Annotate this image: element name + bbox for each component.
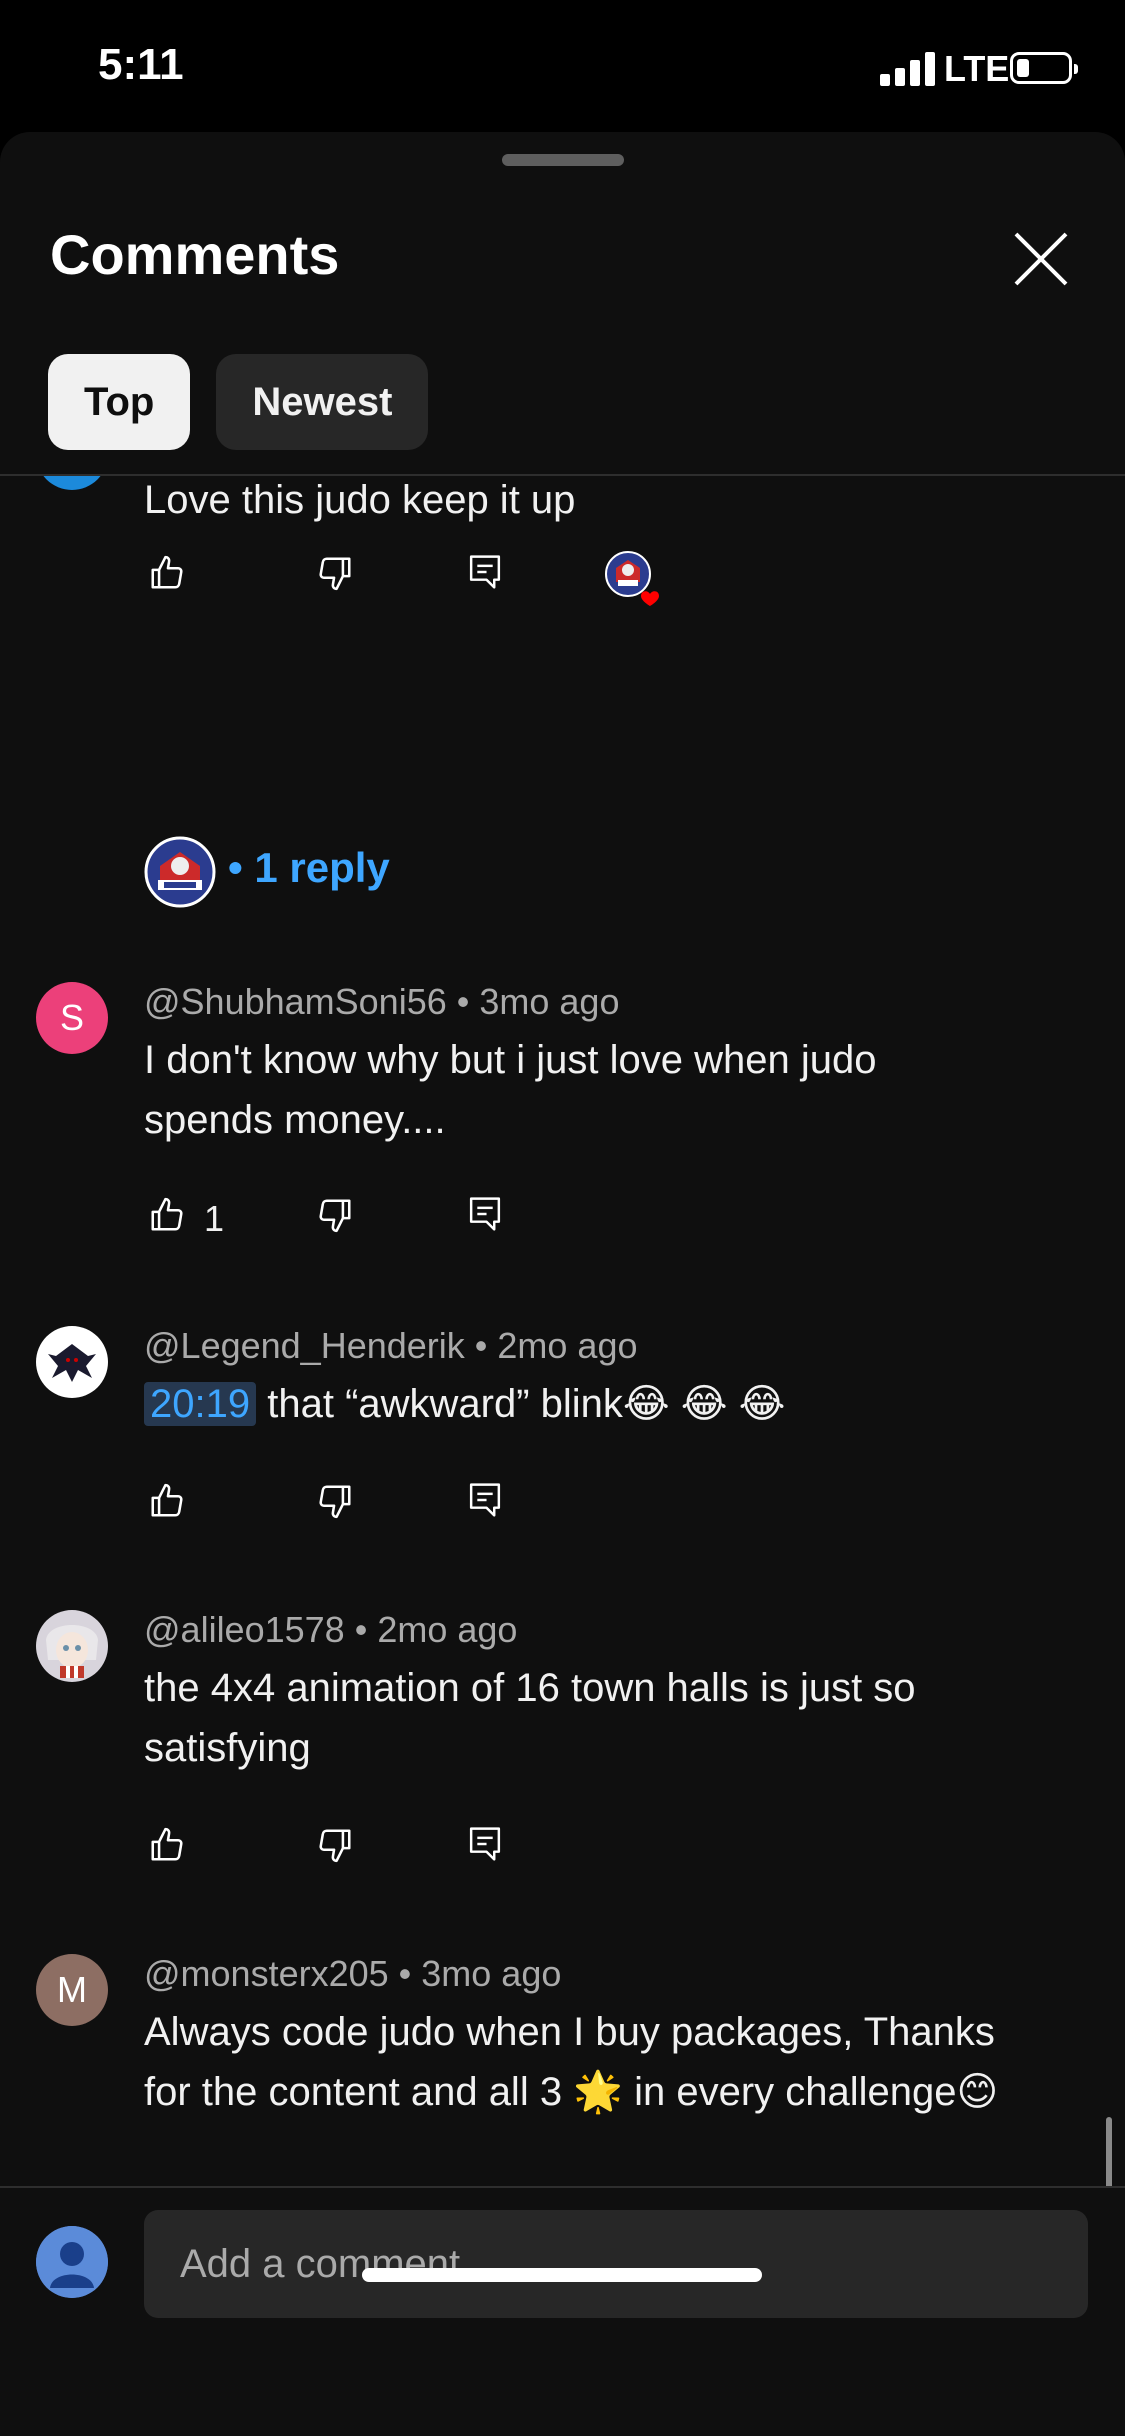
reply-icon[interactable] xyxy=(466,1480,504,1520)
status-bar: 5:11 LTE xyxy=(0,0,1125,130)
avatar[interactable] xyxy=(36,1326,108,1398)
tab-newest[interactable]: Newest xyxy=(216,354,429,450)
avatar[interactable]: M xyxy=(36,1954,108,2026)
sort-tabs: Top Newest xyxy=(48,354,429,450)
dislike-icon[interactable] xyxy=(316,1482,354,1520)
comment-meta: @alileo1578 • 2mo ago xyxy=(144,1609,517,1651)
avatar[interactable] xyxy=(36,1610,108,1682)
dislike-icon[interactable] xyxy=(316,554,354,592)
close-icon[interactable] xyxy=(1010,228,1072,290)
view-replies-link[interactable]: • 1 reply xyxy=(228,844,390,892)
comment-text: I don't know why but i just love when ju… xyxy=(144,1038,877,1142)
comment-text: Love this judo keep it up xyxy=(144,478,576,522)
composer-divider xyxy=(0,2186,1125,2188)
reply-icon[interactable] xyxy=(466,1824,504,1864)
comment-meta: @Legend_Henderik • 2mo ago xyxy=(144,1325,637,1367)
comment-text: Always code judo when I buy packages, Th… xyxy=(144,2010,999,2114)
home-indicator[interactable] xyxy=(362,2268,762,2282)
comment-composer xyxy=(0,2186,1125,2436)
video-timestamp-link[interactable]: 20:19 xyxy=(144,1382,257,1426)
reply-icon[interactable] xyxy=(466,1194,504,1234)
comment-author[interactable]: @alileo1578 xyxy=(144,1609,345,1650)
add-comment-input[interactable] xyxy=(144,2210,1088,2318)
like-icon[interactable] xyxy=(148,1196,186,1234)
comment-age: • 3mo ago xyxy=(456,981,620,1022)
drag-handle[interactable] xyxy=(502,154,624,166)
comment-list[interactable]: Love this judo keep it up • 1 reply S @S xyxy=(0,476,1125,2186)
comment-text-row: 20:19 that “awkward” blink😂 😂 😂 xyxy=(144,1374,1044,1434)
dislike-icon[interactable] xyxy=(316,1826,354,1864)
comment-author[interactable]: @monsterx205 xyxy=(144,1953,389,1994)
comment-meta: @ShubhamSoni56 • 3mo ago xyxy=(144,981,619,1023)
battery-icon xyxy=(1010,52,1078,84)
like-count: 1 xyxy=(204,1198,225,1239)
comment-text: the 4x4 animation of 16 town halls is ju… xyxy=(144,1666,916,1770)
like-icon[interactable] xyxy=(148,1482,186,1520)
comments-sheet: Comments Top Newest Love this judo keep … xyxy=(0,132,1125,2436)
comment-author[interactable]: @Legend_Henderik xyxy=(144,1325,465,1366)
avatar xyxy=(36,476,108,490)
network-label: LTE xyxy=(944,48,1010,89)
comment-age: • 2mo ago xyxy=(474,1325,638,1366)
user-avatar-icon xyxy=(36,2226,108,2298)
like-icon[interactable] xyxy=(148,1826,186,1864)
sheet-title: Comments xyxy=(50,223,340,286)
comment-text: that “awkward” blink😂 😂 😂 xyxy=(267,1382,786,1426)
comment-author[interactable]: @ShubhamSoni56 xyxy=(144,981,447,1022)
like-icon[interactable] xyxy=(148,554,186,592)
dislike-icon[interactable] xyxy=(316,1196,354,1234)
tab-top[interactable]: Top xyxy=(48,354,191,450)
creator-heart-icon xyxy=(605,551,659,606)
comment-age: • 2mo ago xyxy=(354,1609,518,1650)
signal-icon xyxy=(880,52,936,86)
creator-avatar-icon xyxy=(144,836,216,908)
status-time: 5:11 xyxy=(98,40,184,89)
avatar[interactable]: S xyxy=(36,982,108,1054)
comment-meta: @monsterx205 • 3mo ago xyxy=(144,1953,561,1995)
comment-age: • 3mo ago xyxy=(398,1953,562,1994)
reply-icon[interactable] xyxy=(466,552,504,592)
